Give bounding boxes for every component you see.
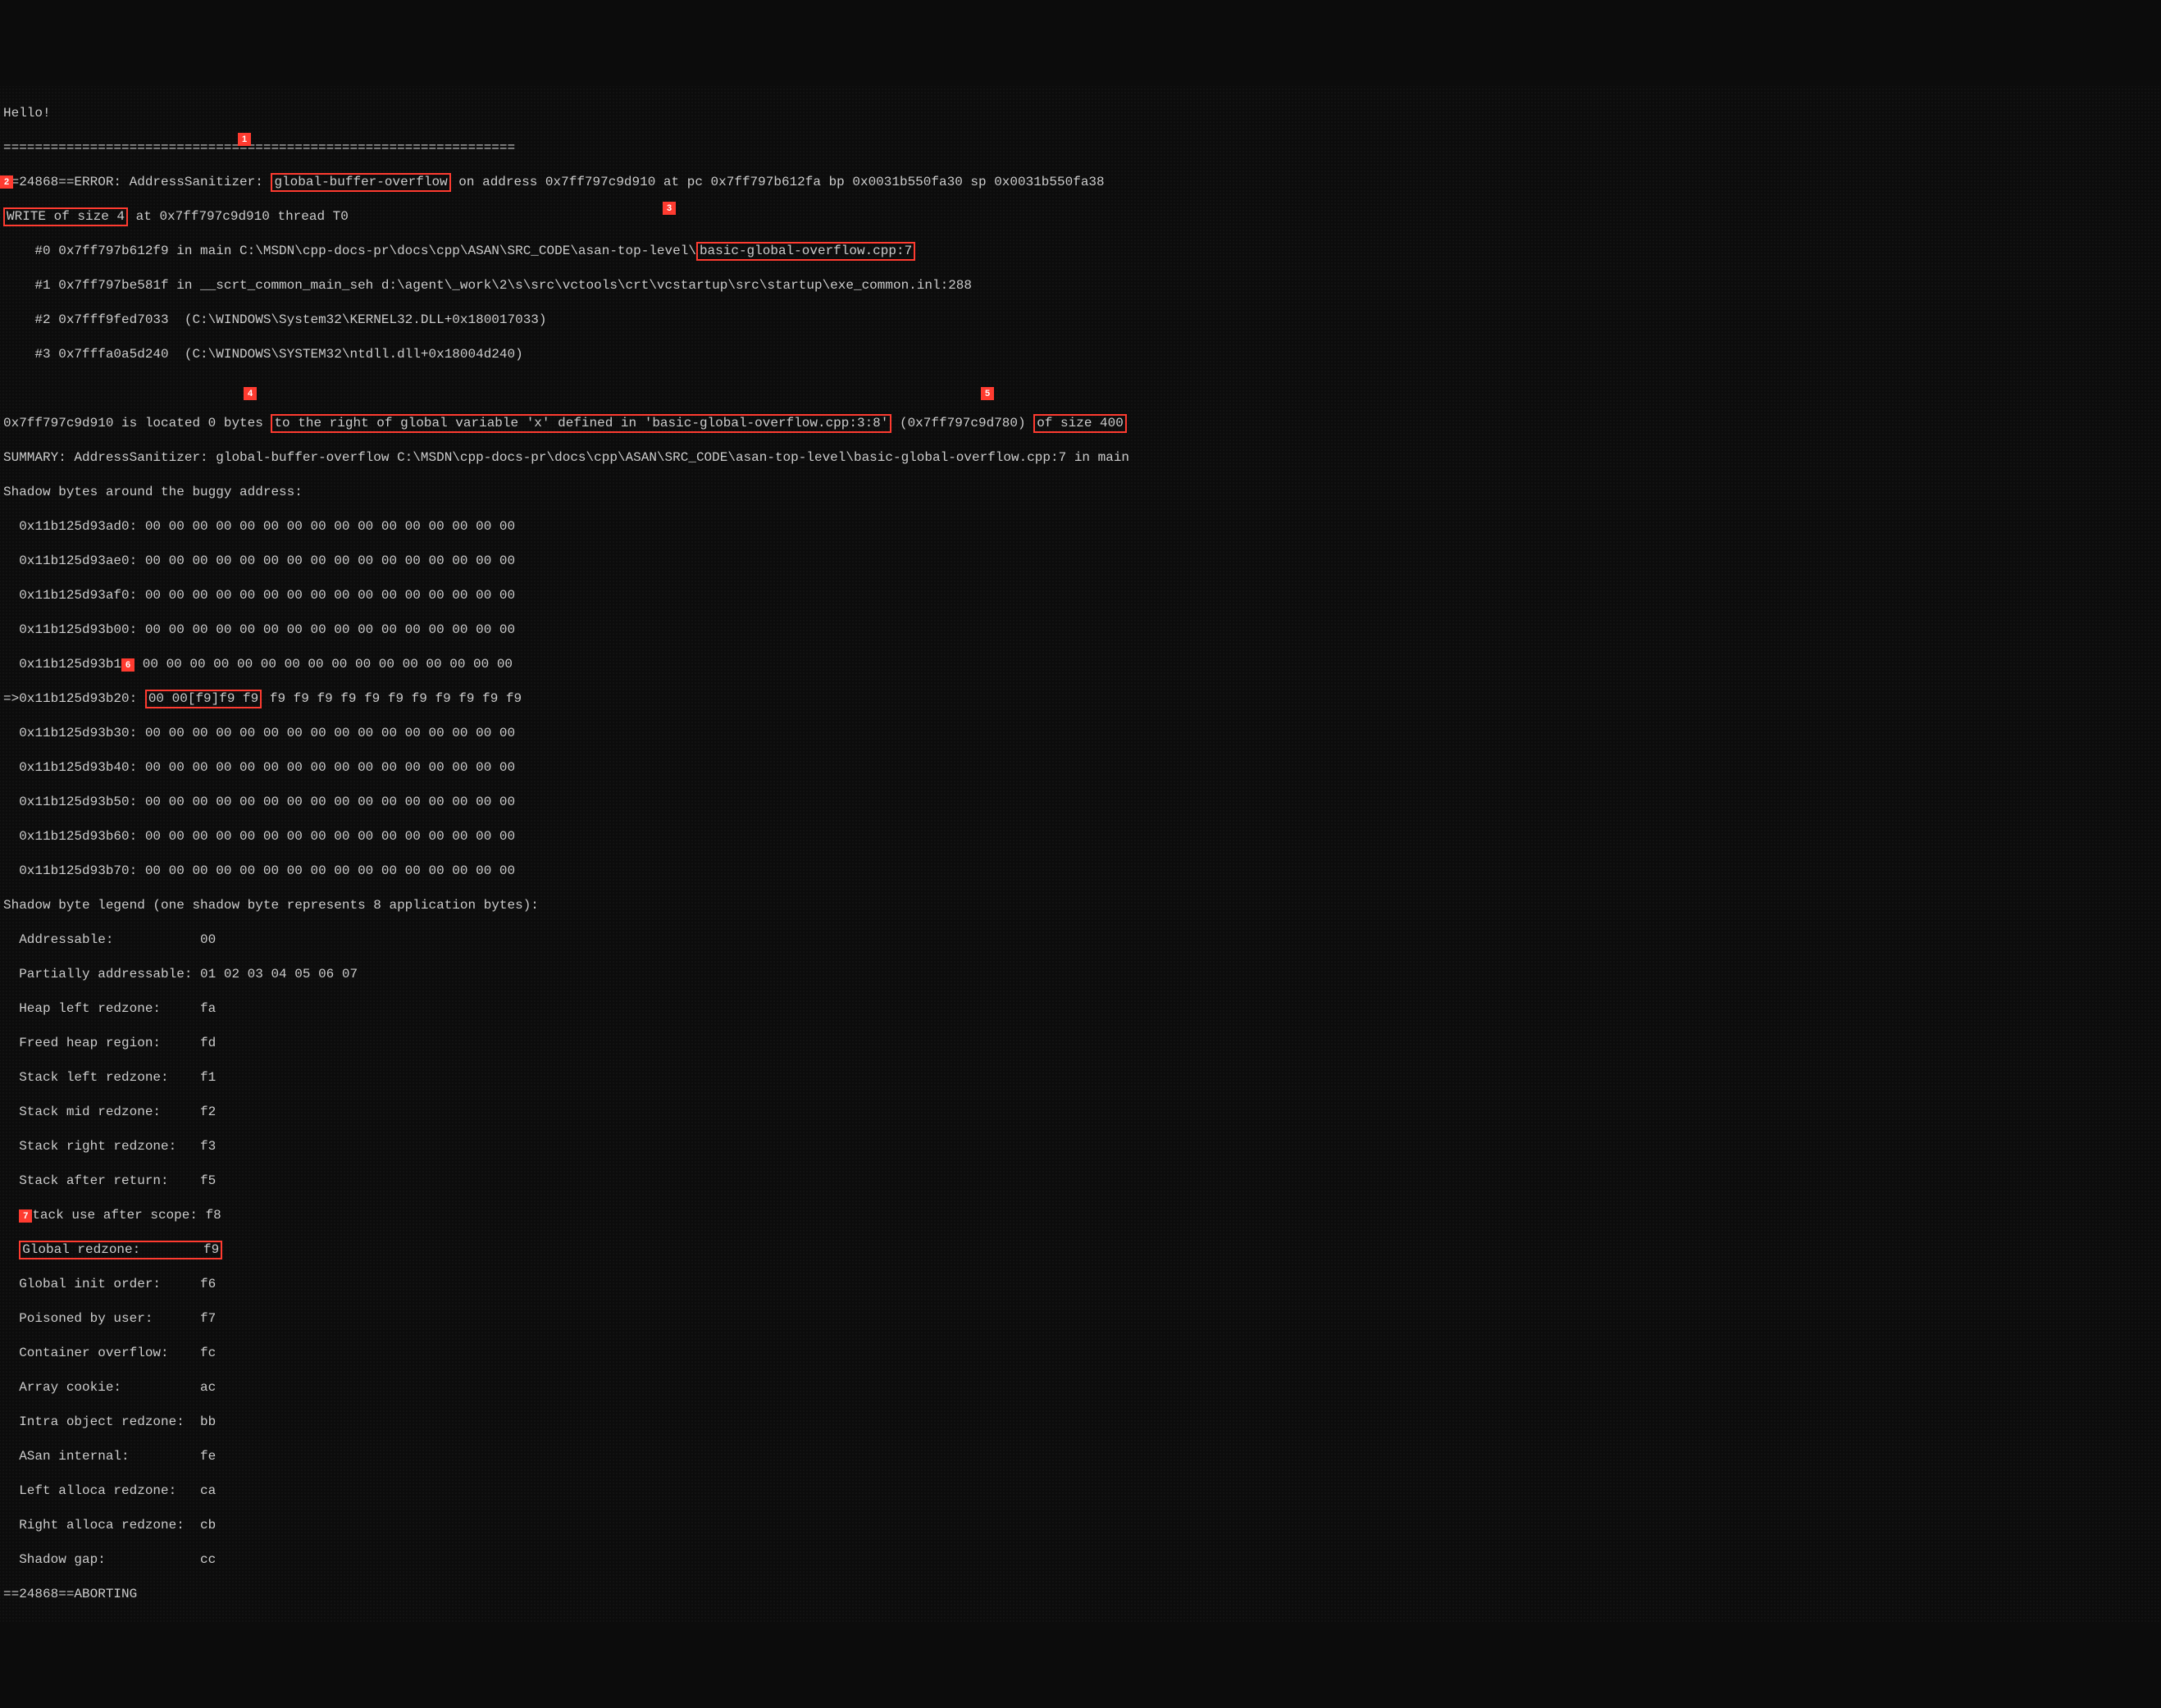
legend-row: Shadow gap: cc — [3, 1551, 2158, 1569]
variable-size-box: of size 400 — [1033, 414, 1127, 433]
legend-row: Stack after return: f5 — [3, 1173, 2158, 1190]
frame0-prefix: #0 0x7ff797b612f9 in main C:\MSDN\cpp-do… — [3, 244, 696, 258]
stack-frame-1: #1 0x7ff797be581f in __scrt_common_main_… — [3, 277, 2158, 294]
global-redzone-box: Global redzone: f9 — [19, 1241, 222, 1259]
legend-row: Container overflow: fc — [3, 1345, 2158, 1362]
legend-row: Global init order: f6 — [3, 1276, 2158, 1293]
variable-definition-box: to the right of global variable 'x' defi… — [271, 414, 891, 433]
error-prefix: ==24868==ERROR: AddressSanitizer: — [3, 175, 271, 189]
legend-row-stack-scope: 7tack use after scope: f8 — [3, 1207, 2158, 1224]
shadow-row: 0x11b125d93b70: 00 00 00 00 00 00 00 00 … — [3, 863, 2158, 880]
legend-row: Poisoned by user: f7 — [3, 1310, 2158, 1328]
shadow-row: 0x11b125d93b30: 00 00 00 00 00 00 00 00 … — [3, 725, 2158, 742]
write-line: WRITE of size 4 at 0x7ff797c9d910 thread… — [3, 208, 2158, 225]
legend-row: ASan internal: fe — [3, 1448, 2158, 1465]
legend-stack-scope-pre — [3, 1208, 19, 1223]
callout-3: 3 — [663, 202, 676, 215]
shadow-b10-prefix: 0x11b125d93b1 — [3, 657, 121, 672]
shadow-row: 0x11b125d93b60: 00 00 00 00 00 00 00 00 … — [3, 828, 2158, 845]
shadow-row: 0x11b125d93b50: 00 00 00 00 00 00 00 00 … — [3, 794, 2158, 811]
separator-text: ========================================… — [3, 140, 515, 155]
shadow-redzone-box: 00 00[f9]f9 f9 — [145, 690, 262, 708]
legend-row: Stack right redzone: f3 — [3, 1138, 2158, 1155]
shadow-ptr-prefix: =>0x11b125d93b20: — [3, 691, 145, 706]
stack-frame-0: #0 0x7ff797b612f9 in main C:\MSDN\cpp-do… — [3, 243, 2158, 260]
source-location-box: basic-global-overflow.cpp:7 — [696, 242, 915, 261]
callout-4: 4 — [244, 387, 257, 400]
callout-1: 1 — [238, 133, 251, 146]
greeting-line: Hello! — [3, 105, 2158, 122]
global-redzone-pad — [3, 1242, 19, 1257]
callout-7: 7 — [19, 1209, 32, 1223]
separator-line: ========================================… — [3, 139, 2158, 157]
legend-row: Stack mid redzone: f2 — [3, 1104, 2158, 1121]
legend-row: Right alloca redzone: cb — [3, 1517, 2158, 1534]
shadow-row: 0x11b125d93ae0: 00 00 00 00 00 00 00 00 … — [3, 553, 2158, 570]
error-type-box: global-buffer-overflow — [271, 173, 450, 192]
terminal-output: Hello! =================================… — [0, 86, 2161, 1622]
shadow-row: 0x11b125d93b40: 00 00 00 00 00 00 00 00 … — [3, 759, 2158, 777]
stack-frame-2: #2 0x7fff9fed7033 (C:\WINDOWS\System32\K… — [3, 312, 2158, 329]
legend-global-redzone: Global redzone: f9 — [3, 1241, 2158, 1259]
blank-line: 45 — [3, 380, 2158, 398]
legend-row: Stack left redzone: f1 — [3, 1069, 2158, 1086]
shadow-ptr-suffix: f9 f9 f9 f9 f9 f9 f9 f9 f9 f9 f9 — [262, 691, 522, 706]
stack-frame-3: #3 0x7fffa0a5d240 (C:\WINDOWS\SYSTEM32\n… — [3, 346, 2158, 363]
shadow-pointer-row: =>0x11b125d93b20: 00 00[f9]f9 f9 f9 f9 f… — [3, 690, 2158, 708]
callout-6: 6 — [121, 658, 134, 672]
legend-stack-scope-post: tack use after scope: f8 — [32, 1208, 221, 1223]
write-suffix: at 0x7ff797c9d910 thread T0 — [128, 209, 349, 224]
legend-row: Left alloca redzone: ca — [3, 1483, 2158, 1500]
location-line: 0x7ff797c9d910 is located 0 bytes to the… — [3, 415, 2158, 432]
shadow-row: 0x11b125d93ad0: 00 00 00 00 00 00 00 00 … — [3, 518, 2158, 535]
legend-row: Freed heap region: fd — [3, 1035, 2158, 1052]
shadow-header: Shadow bytes around the buggy address: — [3, 484, 2158, 501]
write-size-box: WRITE of size 4 — [3, 207, 128, 226]
abort-line: ==24868==ABORTING — [3, 1586, 2158, 1603]
shadow-row: 0x11b125d93b00: 00 00 00 00 00 00 00 00 … — [3, 622, 2158, 639]
legend-row: Heap left redzone: fa — [3, 1000, 2158, 1018]
legend-row: Addressable: 00 — [3, 931, 2158, 949]
location-mid: (0x7ff797c9d780) — [891, 416, 1033, 430]
location-prefix: 0x7ff797c9d910 is located 0 bytes — [3, 416, 271, 430]
error-suffix: on address 0x7ff797c9d910 at pc 0x7ff797… — [451, 175, 1105, 189]
legend-header: Shadow byte legend (one shadow byte repr… — [3, 897, 2158, 914]
callout-5: 5 — [981, 387, 994, 400]
shadow-row-b10: 0x11b125d93b16 00 00 00 00 00 00 00 00 0… — [3, 656, 2158, 673]
legend-row: Intra object redzone: bb — [3, 1414, 2158, 1431]
legend-row: Array cookie: ac — [3, 1379, 2158, 1396]
shadow-row: 0x11b125d93af0: 00 00 00 00 00 00 00 00 … — [3, 587, 2158, 604]
callout-2: 2 — [0, 175, 13, 189]
summary-line: SUMMARY: AddressSanitizer: global-buffer… — [3, 449, 2158, 467]
shadow-b10-suffix: 00 00 00 00 00 00 00 00 00 00 00 00 00 0… — [134, 657, 513, 672]
legend-row: Partially addressable: 01 02 03 04 05 06… — [3, 966, 2158, 983]
error-line: 2==24868==ERROR: AddressSanitizer: globa… — [3, 174, 2158, 191]
